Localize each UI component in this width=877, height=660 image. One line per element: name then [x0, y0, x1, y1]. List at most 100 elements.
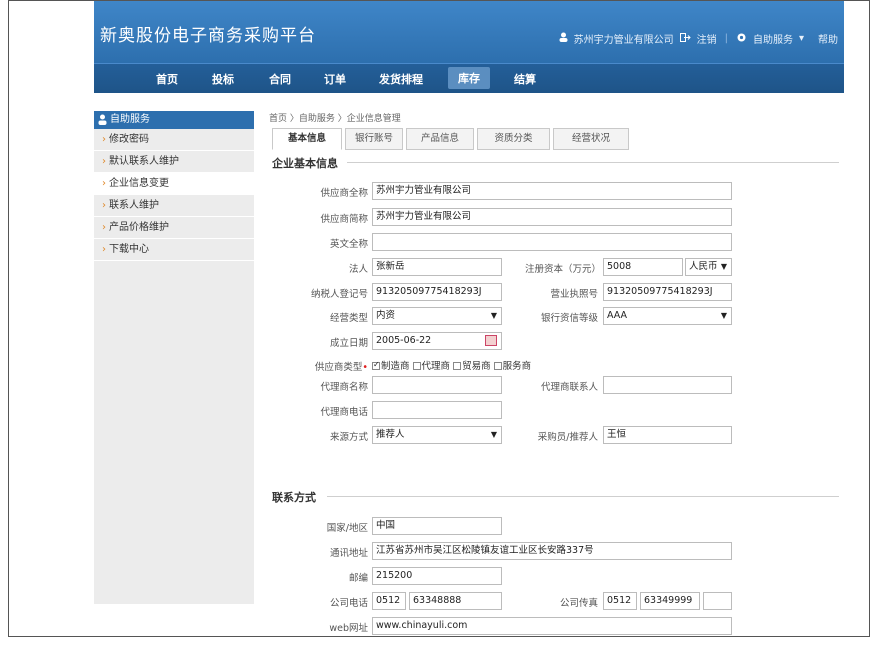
header-banner: 新奥股份电子商务采购平台 苏州宇力管业有限公司 注销 | 自助服务 ▾ 帮助: [94, 1, 844, 63]
label-buyer: 采购员/推荐人: [537, 432, 598, 443]
checkbox-manufacturer[interactable]: 制造商: [372, 360, 410, 372]
agent-phone-field[interactable]: [372, 401, 502, 419]
required-mark: •: [362, 362, 368, 373]
label-address: 通讯地址: [329, 548, 368, 559]
postcode-field[interactable]: 215200: [372, 567, 502, 585]
divider: [347, 162, 839, 163]
checkbox-service[interactable]: 服务商: [493, 361, 531, 372]
label-agent-name: 代理商名称: [320, 382, 368, 393]
sidebar-item-contacts[interactable]: › 联系人维护: [94, 195, 254, 217]
label-supplier-type: 供应商类型•: [279, 359, 368, 373]
tax-no-field[interactable]: 91320509775418293J: [372, 283, 502, 301]
chevron-down-icon: ▼: [490, 311, 497, 320]
license-no-field[interactable]: 91320509775418293J: [603, 283, 732, 301]
calendar-icon[interactable]: [485, 335, 497, 346]
gear-icon: [736, 32, 747, 46]
checkbox-checked: [372, 360, 380, 370]
top-links: 苏州宇力管业有限公司 注销 | 自助服务 ▾ 帮助: [559, 31, 838, 46]
english-name-field[interactable]: [372, 233, 732, 251]
section-title-basic: 企业基本信息: [272, 157, 338, 170]
checkbox-unchecked: [412, 362, 421, 370]
chevron-down-icon: ▼: [490, 430, 497, 439]
address-field[interactable]: 江苏省苏州市吴江区松陵镇友谊工业区长安路337号: [372, 542, 732, 560]
supplier-short-name-field[interactable]: 苏州宇力管业有限公司: [372, 208, 732, 226]
fax-ext-field[interactable]: [703, 592, 732, 610]
agent-contact-field[interactable]: [603, 376, 732, 394]
sidebar-item-change-password[interactable]: › 修改密码: [94, 129, 254, 151]
tab-basic-info[interactable]: 基本信息: [272, 128, 342, 150]
sidebar-item-downloads[interactable]: › 下载中心: [94, 239, 254, 261]
label-reg-capital: 注册资本（万元）: [524, 264, 601, 275]
label-agent-phone: 代理商电话: [320, 407, 368, 418]
sidebar-item-label: 企业信息变更: [109, 178, 169, 189]
credit-select[interactable]: AAA ▼: [603, 307, 732, 325]
founded-date-field[interactable]: 2005-06-22: [372, 332, 502, 350]
checkbox-unchecked: [493, 362, 502, 370]
label-supplier-full-name: 供应商全称: [320, 188, 368, 199]
checkbox-unchecked: [453, 362, 462, 370]
nav-inventory[interactable]: 库存: [448, 67, 490, 89]
label-fax: 公司传真: [559, 598, 598, 609]
label-biz-type: 经营类型: [329, 313, 368, 324]
sidebar-item-label: 修改密码: [109, 134, 149, 145]
fax-area-field[interactable]: 0512: [603, 592, 637, 610]
self-service-menu[interactable]: 自助服务: [753, 31, 793, 46]
checkbox-label: 制造商: [381, 361, 410, 372]
tab-product-info[interactable]: 产品信息: [406, 128, 474, 150]
reg-capital-field[interactable]: 5008: [603, 258, 683, 276]
label-website: web网址: [329, 623, 368, 634]
label-supplier-short-name: 供应商简称: [320, 214, 368, 225]
biz-type-select[interactable]: 内资 ▼: [372, 307, 502, 325]
tab-bar: 基本信息 银行账号 产品信息 资质分类 经营状况: [272, 128, 632, 150]
buyer-field[interactable]: 王恒: [603, 426, 732, 444]
sidebar-item-label: 默认联系人维护: [109, 156, 179, 167]
tab-business-status[interactable]: 经营状况: [553, 128, 629, 150]
chevron-right-icon: ›: [102, 156, 106, 167]
logout-link[interactable]: 注销: [697, 31, 717, 46]
nav-home[interactable]: 首页: [156, 71, 178, 87]
tab-bank-account[interactable]: 银行账号: [345, 128, 403, 150]
chevron-down-icon: ▼: [720, 262, 727, 271]
currency-select[interactable]: 人民币 ▼: [685, 258, 732, 276]
sidebar-item-default-contact[interactable]: › 默认联系人维护: [94, 151, 254, 173]
checkbox-agent[interactable]: 代理商: [412, 361, 450, 372]
sidebar-item-product-price[interactable]: › 产品价格维护: [94, 217, 254, 239]
user-icon: [98, 114, 107, 125]
label-source: 来源方式: [329, 432, 368, 443]
nav-shipping-schedule[interactable]: 发货排程: [379, 71, 423, 87]
fax-number-field[interactable]: 63349999: [640, 592, 700, 610]
supplier-full-name-field[interactable]: 苏州宇力管业有限公司: [372, 182, 732, 200]
nav-bidding[interactable]: 投标: [212, 71, 234, 87]
site-title: 新奥股份电子商务采购平台: [100, 26, 316, 46]
breadcrumb: 首页 〉自助服务 〉企业信息管理: [269, 114, 401, 124]
section-title-contact: 联系方式: [272, 491, 316, 504]
legal-person-field[interactable]: 张新岳: [372, 258, 502, 276]
checkbox-trader[interactable]: 贸易商: [453, 361, 491, 372]
company-link[interactable]: 苏州宇力管业有限公司: [574, 31, 674, 46]
tab-qualification[interactable]: 资质分类: [477, 128, 550, 150]
country-field[interactable]: 中国: [372, 517, 502, 535]
help-link[interactable]: 帮助: [818, 31, 838, 46]
phone-number-field[interactable]: 63348888: [409, 592, 502, 610]
website-field[interactable]: www.chinayuli.com: [372, 617, 732, 635]
chevron-right-icon: ›: [102, 222, 106, 233]
nav-settlement[interactable]: 结算: [514, 71, 536, 87]
sidebar-item-label: 产品价格维护: [109, 222, 169, 233]
sidebar-title: 自助服务: [110, 114, 150, 125]
agent-name-field[interactable]: [372, 376, 502, 394]
site-header: 新奥股份电子商务采购平台 苏州宇力管业有限公司 注销 | 自助服务 ▾ 帮助 首…: [94, 1, 844, 93]
supplier-type-group: 制造商 代理商 贸易商 服务商: [372, 358, 531, 372]
sidebar-item-company-info[interactable]: › 企业信息变更: [94, 173, 254, 195]
label-founded: 成立日期: [329, 338, 368, 349]
divider: [327, 496, 839, 497]
label-license-no: 营业执照号: [550, 289, 598, 300]
label-country: 国家/地区: [326, 523, 368, 534]
sidebar-item-label: 联系人维护: [109, 200, 159, 211]
nav-order[interactable]: 订单: [324, 71, 346, 87]
nav-contract[interactable]: 合同: [269, 71, 291, 87]
phone-area-field[interactable]: 0512: [372, 592, 406, 610]
biz-type-value: 内资: [376, 310, 396, 321]
source-select[interactable]: 推荐人 ▼: [372, 426, 502, 444]
main-nav: 首页 投标 合同 订单 发货排程 库存 结算: [94, 63, 844, 93]
chevron-down-icon: ▾: [798, 33, 804, 44]
